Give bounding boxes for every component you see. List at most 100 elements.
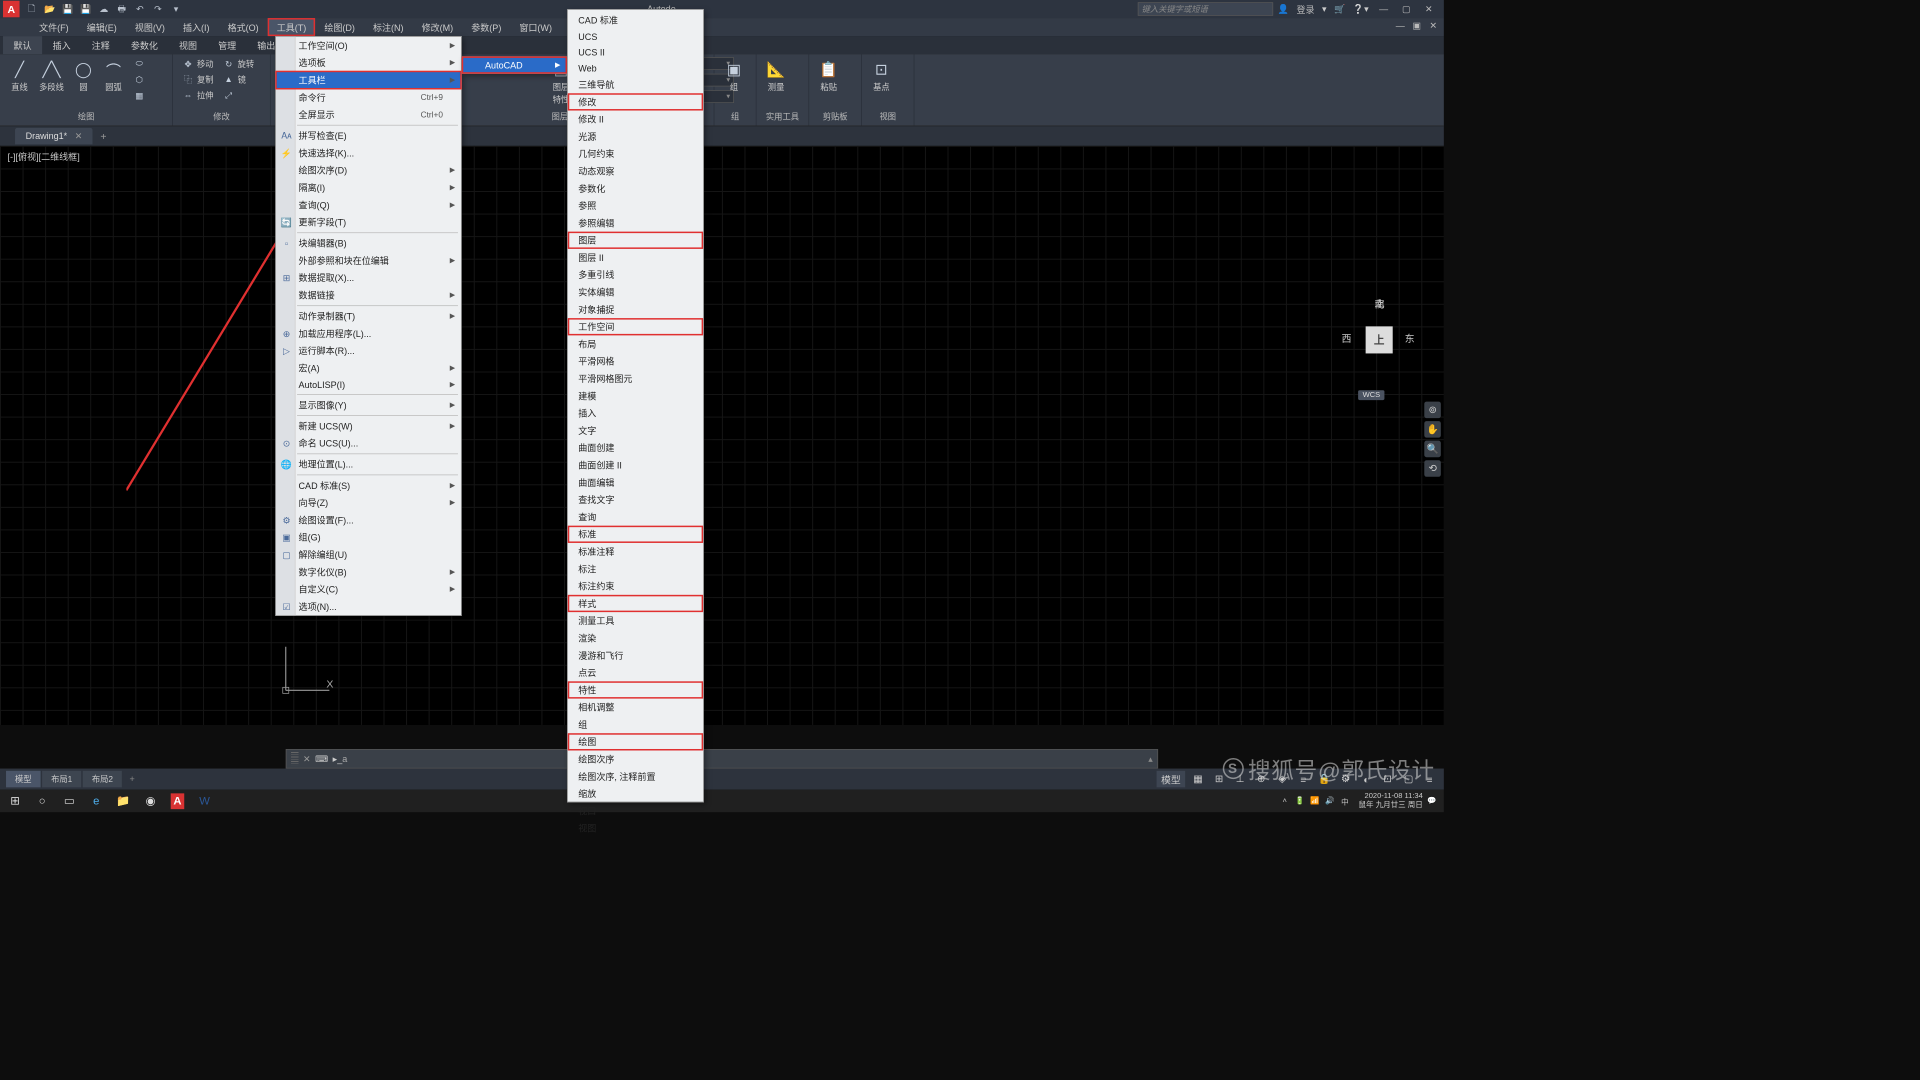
ribbon-tab-0[interactable]: 默认 [3, 36, 42, 54]
close-icon[interactable]: ✕ [1421, 3, 1436, 15]
tools-menu-item[interactable]: ⊕加载应用程序(L)... [276, 325, 461, 342]
toolbar-list-item[interactable]: 实体编辑 [568, 284, 703, 301]
qat-new-icon[interactable]: 🗋 [24, 2, 39, 17]
toolbar-list-item[interactable]: 视图 [568, 820, 703, 837]
ribbon-tab-4[interactable]: 视图 [168, 36, 207, 54]
ribbon-tab-3[interactable]: 参数化 [120, 36, 168, 54]
tools-menu-item[interactable]: ▷运行脚本(R)... [276, 342, 461, 359]
qat-dropdown-icon[interactable]: ▾ [168, 2, 183, 17]
tools-menu-item[interactable]: 🗛拼写检查(E) [276, 127, 461, 144]
toolbar-list-item[interactable]: 平滑网格图元 [568, 370, 703, 387]
menu-item-6[interactable]: 绘图(D) [315, 18, 364, 36]
toolbar-list-item[interactable]: 特性 [568, 681, 703, 698]
draw-flyout-1[interactable]: ⬭ [130, 57, 148, 71]
cmdline-grip-icon[interactable] [291, 752, 299, 766]
toolbar-list-item[interactable]: 绘图 [568, 733, 703, 750]
menu-item-8[interactable]: 修改(M) [413, 18, 463, 36]
cmdline-input[interactable]: a [342, 754, 1148, 765]
tools-menu-item[interactable]: AutoLISP(I)▶ [276, 377, 461, 393]
scale-button[interactable]: ⤢ [220, 89, 258, 103]
tools-menu-item[interactable]: ⚡快速选择(K)... [276, 144, 461, 161]
toolbar-list-item[interactable]: 查询 [568, 508, 703, 525]
tools-menu-item[interactable]: 工作空间(O)▶ [276, 37, 461, 54]
toolbar-list-item[interactable]: 绘图次序 [568, 750, 703, 767]
basepoint-button[interactable]: ⊡基点 [868, 57, 895, 95]
menu-item-10[interactable]: 窗口(W) [510, 18, 561, 36]
qat-save-icon[interactable]: 💾 [60, 2, 75, 17]
tray-notification-icon[interactable]: 💬 [1426, 795, 1438, 807]
layout1-tab[interactable]: 布局1 [42, 771, 81, 788]
ribbon-tab-2[interactable]: 注释 [81, 36, 120, 54]
toolbar-list-item[interactable]: 测量工具 [568, 612, 703, 629]
tools-menu-item[interactable]: CAD 标准(S)▶ [276, 477, 461, 494]
view-cube[interactable]: 北 南 西 东 上 WCS [1342, 296, 1417, 394]
toolbar-list-item[interactable]: 参照编辑 [568, 214, 703, 231]
tools-menu-item[interactable]: 工具栏▶ [276, 71, 461, 88]
taskbar-chrome-icon[interactable]: ◉ [137, 790, 164, 813]
toolbar-list-item[interactable]: 标准 [568, 526, 703, 543]
qat-cloud-icon[interactable]: ☁ [96, 2, 111, 17]
toolbar-list-item[interactable]: 平滑网格 [568, 353, 703, 370]
measure-button[interactable]: 📐测量 [763, 57, 790, 95]
search-input[interactable]: 键入关键字或短语 [1138, 2, 1273, 16]
tools-menu-item[interactable]: 绘图次序(D)▶ [276, 162, 461, 179]
qat-redo-icon[interactable]: ↷ [150, 2, 165, 17]
navbar-wheel-icon[interactable]: ⊚ [1424, 402, 1441, 419]
add-tab-button[interactable]: + [93, 130, 114, 142]
tray-ime-icon[interactable]: 中 [1339, 795, 1351, 807]
toolbar-list-item[interactable]: 文字 [568, 422, 703, 439]
group-button[interactable]: ▣组 [720, 57, 747, 95]
menu-item-4[interactable]: 格式(O) [219, 18, 268, 36]
help-icon[interactable]: ❔▾ [1353, 4, 1369, 15]
toolbar-list-item[interactable]: 标注约束 [568, 578, 703, 595]
rotate-button[interactable]: ↻旋转 [220, 57, 258, 71]
draw-flyout-3[interactable]: ▦ [130, 89, 148, 103]
tools-menu-item[interactable]: ▫块编辑器(B) [276, 235, 461, 252]
taskbar-autocad-icon[interactable]: A [164, 790, 191, 813]
menu-item-1[interactable]: 编辑(E) [78, 18, 126, 36]
tools-menu-item[interactable]: ⊞数据提取(X)... [276, 269, 461, 286]
menu-item-7[interactable]: 标注(N) [364, 18, 413, 36]
mdi-close-icon[interactable]: ✕ [1426, 20, 1441, 32]
tools-menu-item[interactable]: 宏(A)▶ [276, 359, 461, 376]
cart-icon[interactable]: 🛒 [1334, 4, 1345, 15]
maximize-icon[interactable]: ▢ [1399, 3, 1414, 15]
tools-menu-item[interactable]: ☑选项(N)... [276, 598, 461, 615]
ribbon-tab-1[interactable]: 插入 [42, 36, 81, 54]
toolbar-list-item[interactable]: 图层 [568, 232, 703, 249]
toolbar-list-item[interactable]: CAD 标准 [568, 11, 703, 28]
qat-undo-icon[interactable]: ↶ [132, 2, 147, 17]
tools-menu-item[interactable]: 数据链接▶ [276, 287, 461, 304]
tools-menu-item[interactable]: 选项板▶ [276, 54, 461, 71]
toolbar-list-item[interactable]: 动态观察 [568, 162, 703, 179]
toolbar-list-item[interactable]: 参照 [568, 197, 703, 214]
taskbar-clock[interactable]: 2020-11-08 11:34 鼠年 九月廿三 周日 [1358, 792, 1422, 810]
taskbar-explorer-icon[interactable]: 📁 [110, 790, 137, 813]
tools-menu-item[interactable]: 命令行Ctrl+9 [276, 89, 461, 106]
toolbar-list-item[interactable]: 对象捕捉 [568, 301, 703, 318]
layout2-tab[interactable]: 布局2 [83, 771, 122, 788]
minimize-icon[interactable]: — [1376, 3, 1391, 15]
toolbar-list-item[interactable]: 组 [568, 716, 703, 733]
mirror-button[interactable]: ▲镜 [220, 73, 258, 87]
qat-plot-icon[interactable]: 🖶 [114, 2, 129, 17]
cmdline-dropdown-icon[interactable]: ▴ [1148, 754, 1153, 765]
tools-menu-item[interactable]: 隔离(I)▶ [276, 179, 461, 196]
status-grid-icon[interactable]: ▦ [1190, 771, 1207, 788]
toolbar-list-item[interactable]: 光源 [568, 128, 703, 145]
toolbar-list-item[interactable]: UCS [568, 29, 703, 45]
tab-close-icon[interactable]: ✕ [75, 131, 83, 142]
toolbar-list-item[interactable]: 工作空间 [568, 318, 703, 335]
toolbar-list-item[interactable]: 绘图次序, 注释前置 [568, 768, 703, 785]
tools-menu-item[interactable]: 全屏显示Ctrl+0 [276, 106, 461, 123]
tools-menu-item[interactable]: 显示图像(Y)▶ [276, 396, 461, 413]
qat-open-icon[interactable]: 📂 [42, 2, 57, 17]
navbar-pan-icon[interactable]: ✋ [1424, 421, 1441, 438]
toolbar-list-item[interactable]: 图层 II [568, 249, 703, 266]
arc-button[interactable]: ⌒圆弧 [100, 57, 127, 95]
toolbar-list-item[interactable]: 视口 [568, 802, 703, 819]
app-icon[interactable]: A [3, 1, 20, 18]
tools-menu-item[interactable]: 外部参照和块在位编辑▶ [276, 252, 461, 269]
command-line[interactable]: ✕ ⌨ ▸_ a ▴ [286, 749, 1158, 769]
tray-volume-icon[interactable]: 🔊 [1324, 795, 1336, 807]
